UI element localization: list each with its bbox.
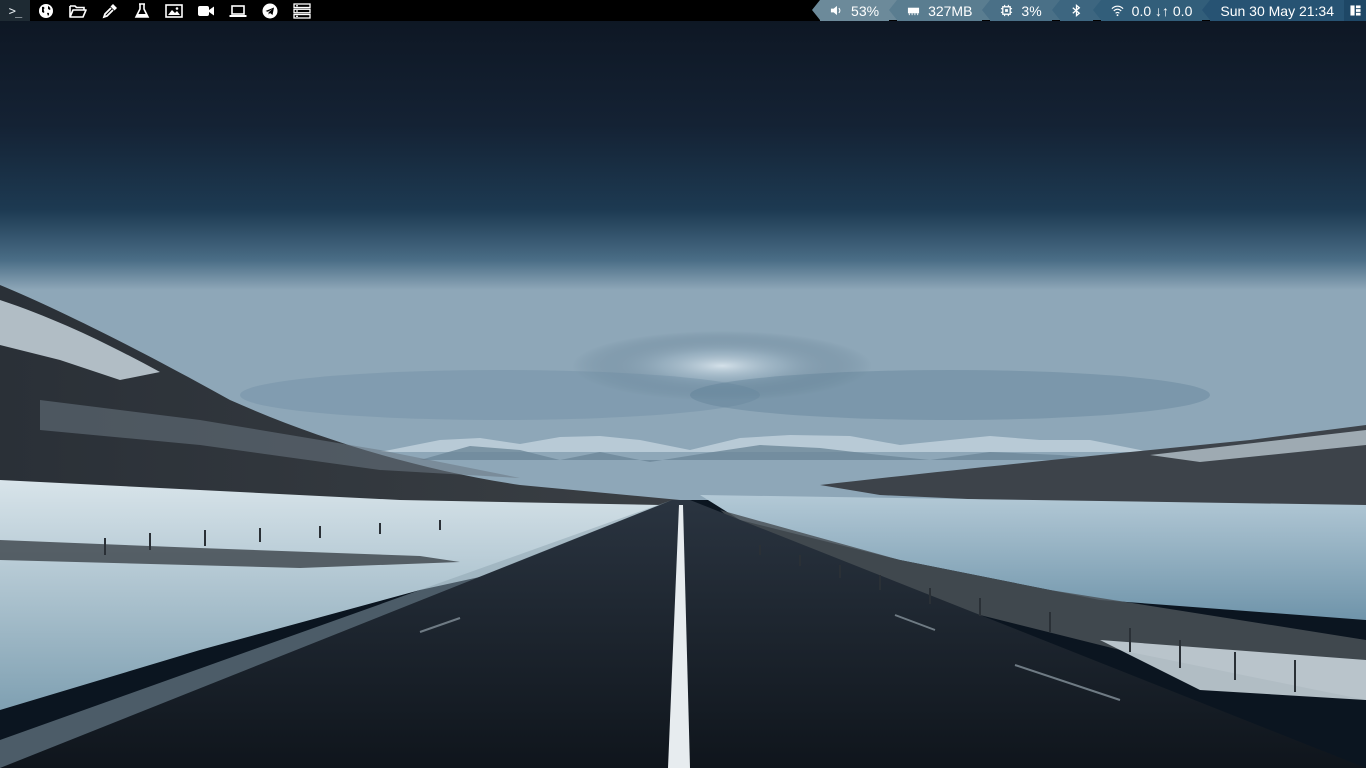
cpu-value: 3% <box>1021 2 1042 19</box>
browser-launcher[interactable] <box>30 0 62 21</box>
network-widget[interactable]: 0.0 ↓↑ 0.0 <box>1100 0 1203 21</box>
memory-widget[interactable]: 327MB <box>897 0 983 21</box>
terminal-launcher[interactable]: >_ <box>0 0 30 21</box>
desktop-wallpaper <box>0 0 1366 768</box>
folder-open-icon <box>69 4 87 18</box>
segment-arrow <box>982 0 991 20</box>
segment-arrow <box>1092 0 1101 20</box>
volume-icon <box>830 4 843 17</box>
cpu-widget[interactable]: 3% <box>990 0 1052 21</box>
color-picker-launcher[interactable] <box>94 0 126 21</box>
cpu-icon <box>1000 4 1013 17</box>
telegram-launcher[interactable] <box>254 0 286 21</box>
flask-icon <box>134 2 150 18</box>
top-panel: >_ 53% 327MB 3% 0.0 ↓↑ 0.0 Sun 30 May 21… <box>0 0 1366 21</box>
telegram-icon <box>262 3 278 18</box>
lab-launcher[interactable] <box>126 0 158 21</box>
globe-icon <box>39 3 53 18</box>
volume-widget[interactable]: 53% <box>820 0 890 21</box>
clock-widget[interactable]: Sun 30 May 21:34 <box>1210 0 1344 21</box>
volume-value: 53% <box>851 2 880 19</box>
bluetooth-icon <box>1070 4 1083 17</box>
laptop-icon <box>229 4 247 17</box>
laptop-launcher[interactable] <box>222 0 254 21</box>
status-area: 53% 327MB 3% 0.0 ↓↑ 0.0 Sun 30 May 21:34 <box>812 0 1366 21</box>
image-viewer-launcher[interactable] <box>158 0 190 21</box>
video-camera-icon <box>198 5 214 16</box>
file-manager-launcher[interactable] <box>62 0 94 21</box>
layout-tile-icon <box>1349 5 1361 16</box>
memory-value: 327MB <box>928 2 973 19</box>
layout-indicator[interactable] <box>1344 0 1366 21</box>
memory-icon <box>907 4 920 17</box>
segment-arrow <box>1202 0 1211 20</box>
segment-arrow <box>812 0 821 20</box>
terminal-icon: >_ <box>8 3 22 18</box>
app-launcher: >_ <box>0 0 318 21</box>
segment-arrow <box>1051 0 1060 20</box>
wifi-icon <box>1111 4 1124 17</box>
network-value: 0.0 ↓↑ 0.0 <box>1131 2 1193 19</box>
eyedropper-icon <box>102 3 117 18</box>
server-launcher[interactable] <box>286 0 318 21</box>
bluetooth-widget[interactable] <box>1059 0 1093 21</box>
server-icon <box>293 2 311 19</box>
segment-arrow <box>889 0 898 20</box>
image-icon <box>165 3 183 18</box>
clock-value: Sun 30 May 21:34 <box>1220 2 1334 19</box>
video-launcher[interactable] <box>190 0 222 21</box>
